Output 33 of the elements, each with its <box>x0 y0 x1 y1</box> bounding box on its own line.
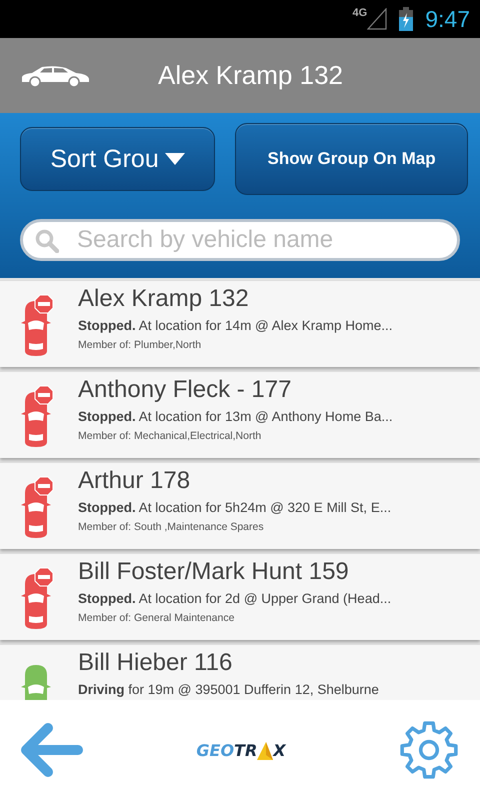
search-icon <box>35 229 59 253</box>
signal-icon <box>367 8 388 30</box>
vehicle-name: Bill Hieber 116 <box>78 649 234 677</box>
vehicle-status: Driving for 19m @ 395001 Dufferin 12, Shelburne <box>78 682 379 697</box>
vehicle-groups: Member of: General Maintenance <box>78 612 392 624</box>
geotrax-logo: GEOTR X <box>196 740 286 760</box>
vehicle-list-item[interactable]: Bill Hieber 116 Driving for 19m @ 395001 Dufferin 12, Shelburne <box>0 644 480 700</box>
network-label: 4G <box>352 7 368 19</box>
vehicle-name: Alex Kramp 132 <box>78 285 250 313</box>
vehicle-title: Alex Kramp 132 <box>158 60 343 91</box>
vehicle-list-item[interactable]: Anthony Fleck - 177 Stopped. At location for 13m @ Anthony Home Ba... Member of: Mechanical,Electrical,North <box>0 371 480 458</box>
vehicle-status: Stopped. At location for 13m @ Anthony Home Ba... <box>78 409 393 424</box>
vehicle-groups: Member of: Mechanical,Electrical,North <box>78 430 393 442</box>
vehicle-name: Bill Foster/Mark Hunt 159 <box>78 558 350 586</box>
vehicle-name: Anthony Fleck - 177 <box>78 376 292 404</box>
battery-icon <box>399 7 414 31</box>
vehicle-status: Stopped. At location for 2d @ Upper Grand (Head... <box>78 591 392 606</box>
show-group-on-map-button[interactable]: Show Group On Map <box>235 123 468 195</box>
vehicle-status: Stopped. At location for 14m @ Alex Kramp Home... <box>78 318 393 333</box>
back-arrow-icon[interactable] <box>20 723 84 777</box>
clock: 9:47 <box>425 6 470 32</box>
caret-icon <box>164 153 185 165</box>
settings-icon[interactable] <box>398 719 460 781</box>
vehicle-list-item[interactable]: Bill Foster/Mark Hunt 159 Stopped. At location for 2d @ Upper Grand (Head... Member of: General Maintenance <box>0 553 480 640</box>
vehicle-groups: Member of: Plumber,North <box>78 339 393 351</box>
vehicle-list-item[interactable]: Alex Kramp 132 Stopped. At location for 14m @ Alex Kramp Home... Member of: Plumber,North <box>0 280 480 367</box>
vehicle-groups: Member of: South ,Maintenance Spares <box>78 521 392 533</box>
search-field[interactable]: Search by vehicle name <box>20 219 460 261</box>
vehicle-name: Arthur 178 <box>78 467 192 495</box>
vehicle-list-item[interactable]: Arthur 178 Stopped. At location for 5h24m @ 320 E Mill St, E... Member of: South ,Maintenance Spares <box>0 462 480 549</box>
sort-group-button[interactable]: Sort Grou <box>20 127 216 191</box>
car-icon[interactable] <box>20 64 90 86</box>
vehicle-status: Stopped. At location for 5h24m @ 320 E Mill St, E... <box>78 500 392 515</box>
